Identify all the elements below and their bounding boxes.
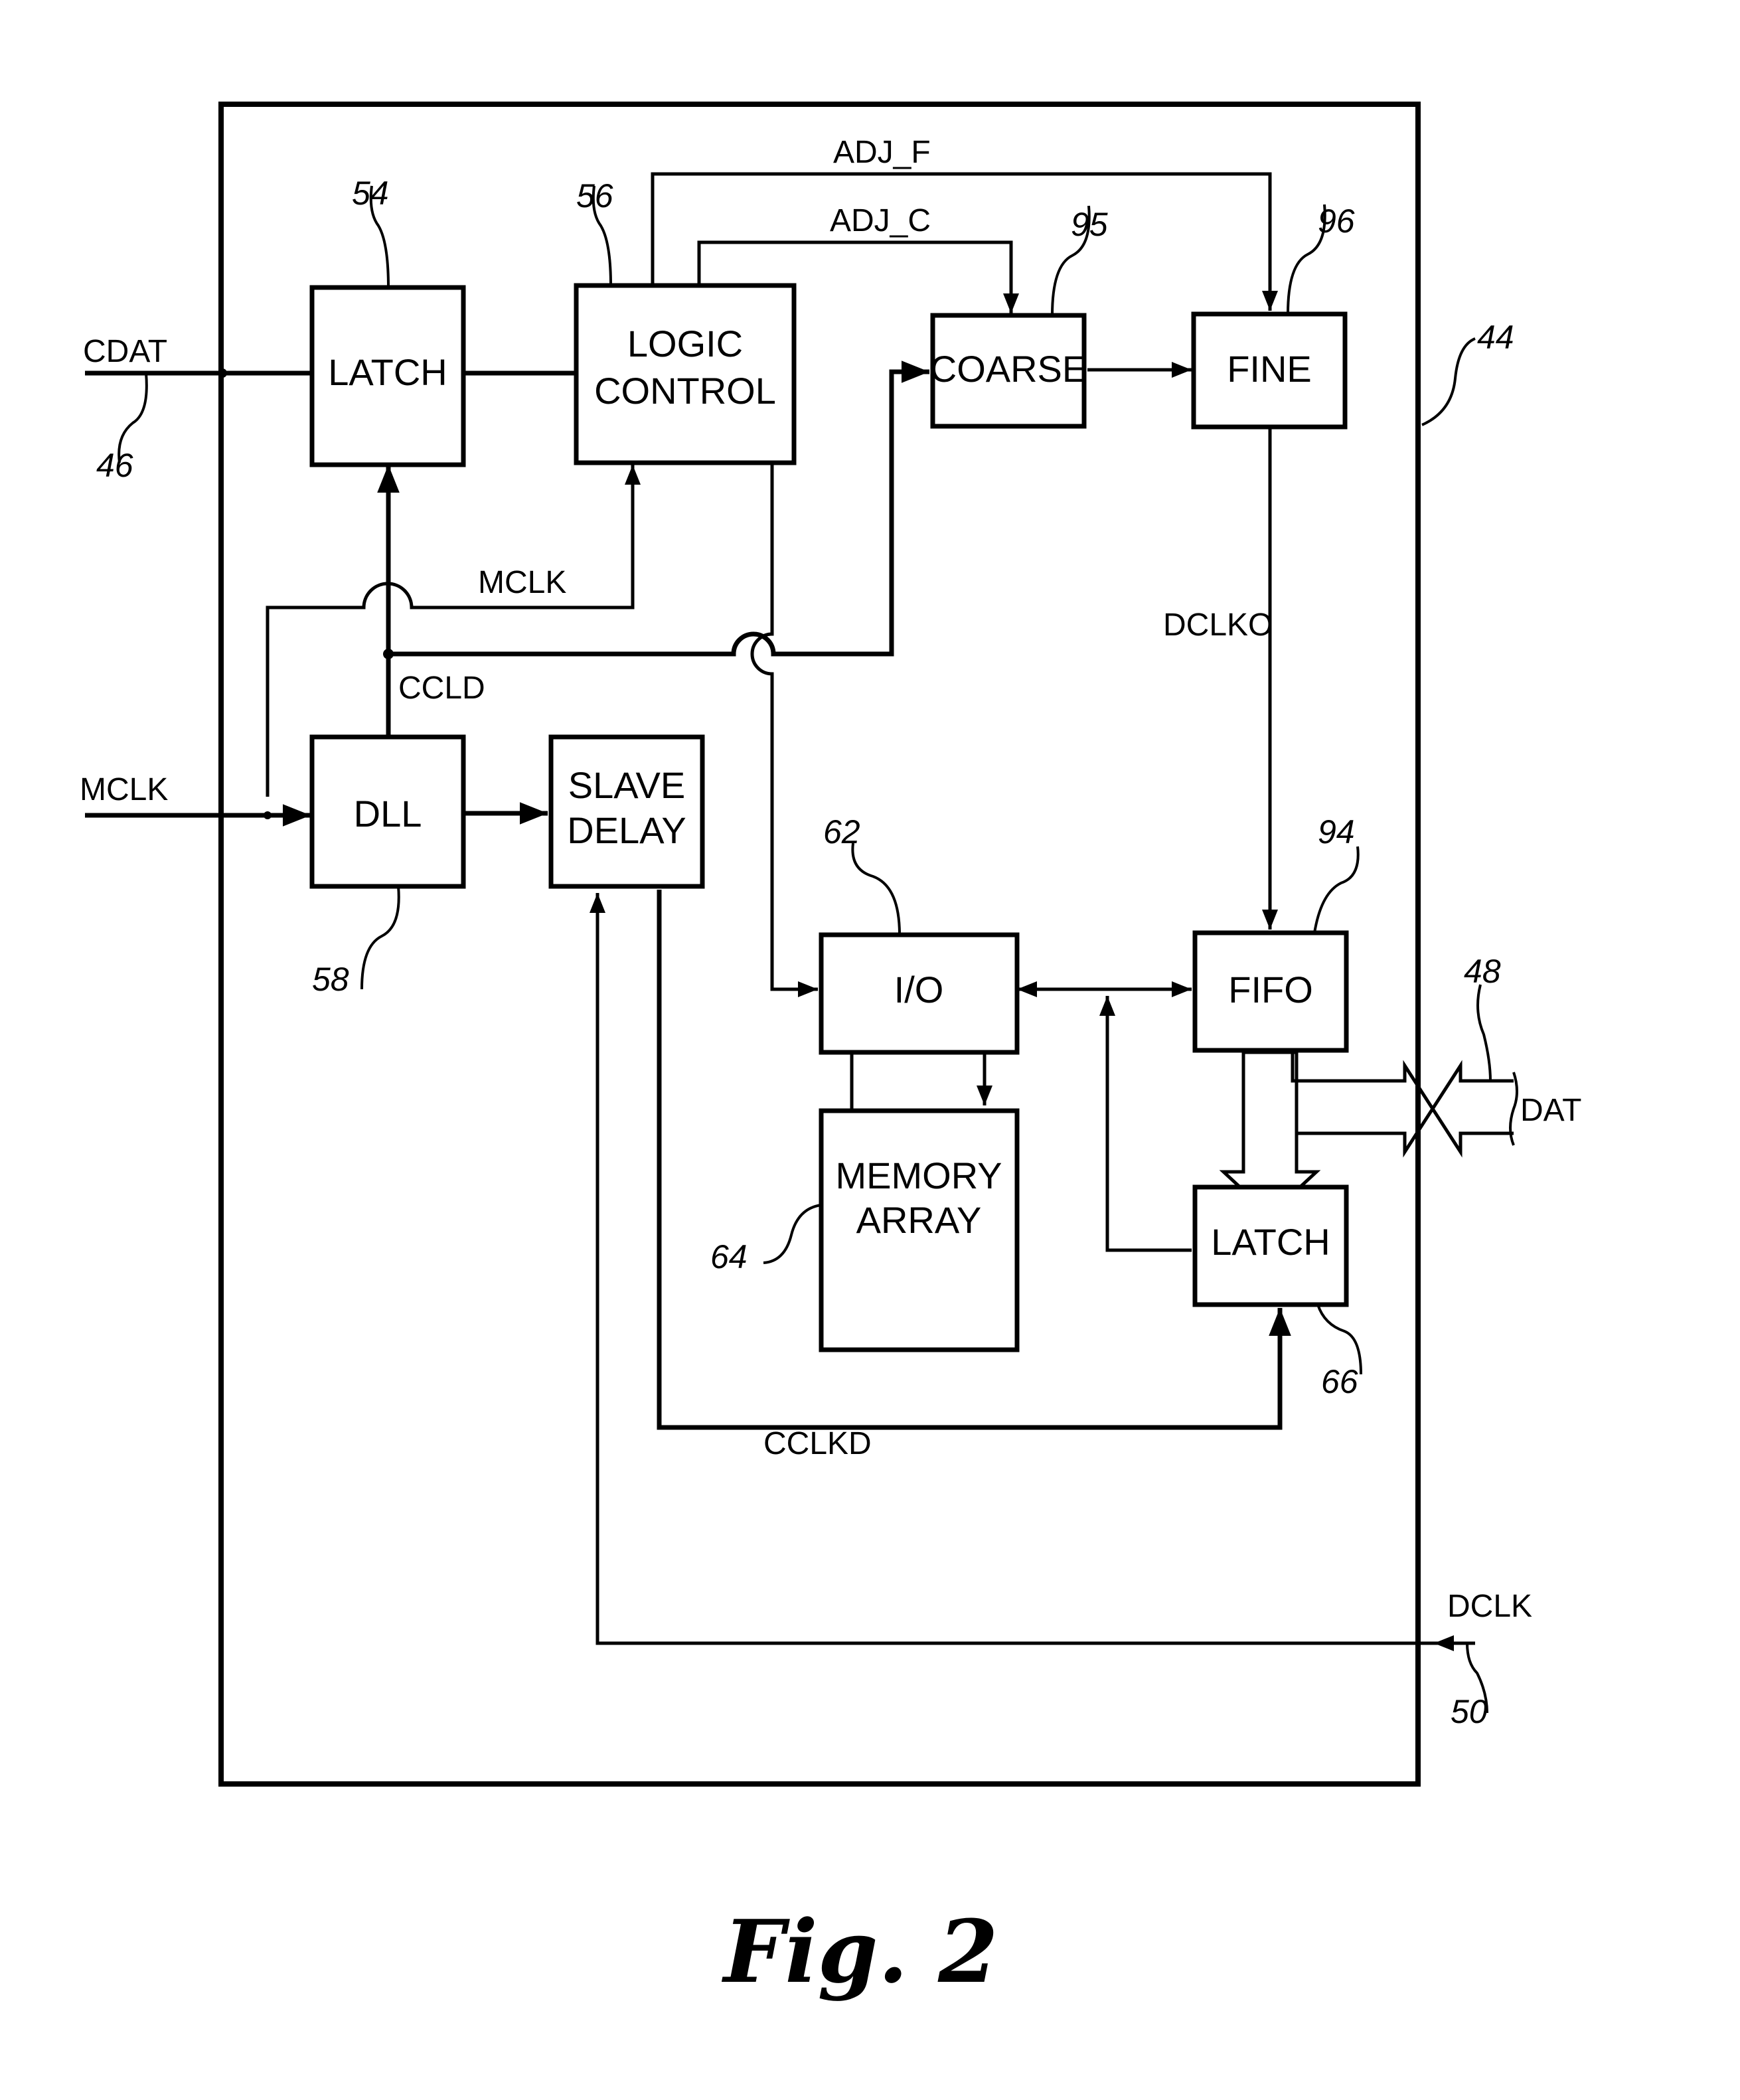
fine-block[interactable]: FINE	[1191, 311, 1348, 430]
memory-array-label-1: MEMORY	[836, 1155, 1002, 1196]
fine-label: FINE	[1227, 348, 1312, 390]
coarse-label: COARSE	[930, 348, 1087, 390]
ref-94: 94	[1318, 813, 1355, 850]
latch-66-label: LATCH	[1211, 1221, 1330, 1263]
logic-control-block[interactable]: LOGIC CONTROL	[574, 283, 797, 465]
memory-array-label-2: ARRAY	[856, 1199, 982, 1241]
signal-cdat-label: CDAT	[83, 334, 167, 369]
ref-56: 56	[576, 177, 613, 214]
ref-95: 95	[1071, 206, 1108, 243]
fifo-label: FIFO	[1228, 969, 1313, 1010]
io-block[interactable]: I/O	[819, 932, 1020, 1055]
signal-dat-label: DAT	[1520, 1093, 1581, 1128]
ref-64: 64	[710, 1238, 748, 1275]
coarse-block[interactable]: COARSE	[930, 313, 1087, 429]
signal-mclk-in-label: MCLK	[80, 772, 168, 807]
ref-54: 54	[352, 175, 389, 212]
logic-control-label-2: CONTROL	[594, 370, 776, 412]
ref-48: 48	[1464, 953, 1501, 990]
slave-delay-label-1: SLAVE	[568, 764, 685, 806]
signal-mclk-internal-label: MCLK	[478, 565, 566, 600]
logic-control-label-1: LOGIC	[627, 323, 743, 364]
signal-ccld-label: CCLD	[398, 671, 485, 706]
slave-delay-block[interactable]: SLAVE DELAY	[548, 734, 705, 889]
ref-46: 46	[96, 447, 133, 484]
ref-58: 58	[312, 961, 349, 998]
signal-adj-c-label: ADJ_C	[830, 203, 931, 238]
wire-latch-bus	[1099, 996, 1192, 1252]
fifo-block[interactable]: FIFO	[1192, 930, 1349, 1053]
dll-block[interactable]: DLL	[309, 734, 466, 889]
figure-caption: Fig. 2	[721, 1901, 998, 2002]
latch-54-block[interactable]: LATCH	[309, 285, 466, 467]
ref-50: 50	[1451, 1693, 1488, 1730]
signal-adj-f-label: ADJ_F	[833, 135, 931, 170]
ref-62: 62	[823, 813, 860, 850]
ref-44: 44	[1477, 319, 1514, 356]
ref-66: 66	[1321, 1363, 1358, 1400]
signal-dclko-label: DCLKO	[1163, 607, 1273, 643]
block-diagram: LATCH LOGIC CONTROL COARSE FINE DLL SLAV…	[80, 102, 1581, 2002]
signal-dclk-label: DCLK	[1447, 1589, 1532, 1624]
slave-delay-label-2: DELAY	[567, 809, 686, 851]
memory-array-block[interactable]: MEMORY ARRAY	[819, 1108, 1020, 1352]
ref-96: 96	[1318, 202, 1355, 240]
dll-label: DLL	[354, 793, 422, 835]
wire-logic-io	[750, 465, 818, 997]
signal-cclkd-label: CCLKD	[763, 1426, 872, 1461]
latch-66-block[interactable]: LATCH	[1192, 1184, 1349, 1307]
latch-54-label: LATCH	[328, 351, 447, 393]
io-label: I/O	[894, 969, 944, 1010]
